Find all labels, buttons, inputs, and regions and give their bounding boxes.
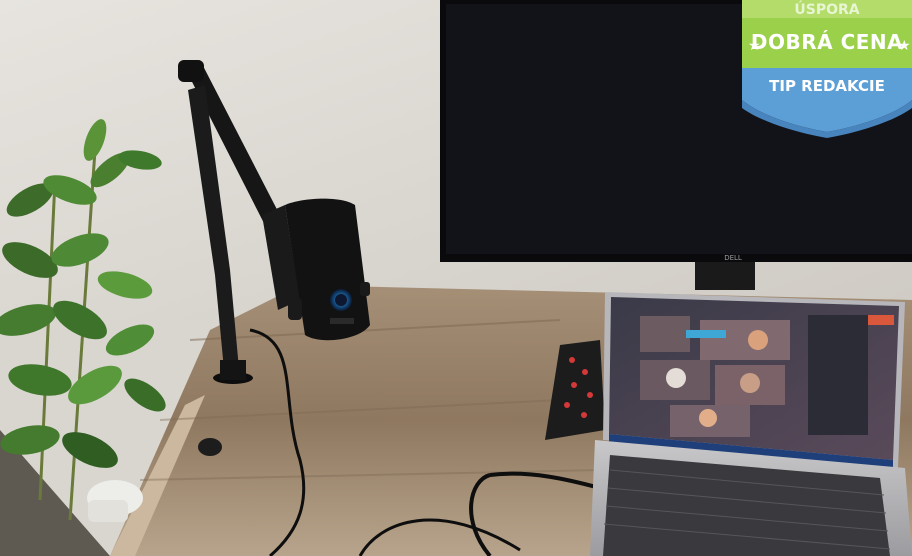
monitor-brand: DELL bbox=[724, 254, 742, 262]
badge-top-label: ÚSPORA bbox=[794, 0, 859, 18]
mic-cap bbox=[198, 438, 222, 456]
badge-sub-label: TIP REDAKCIE bbox=[769, 77, 885, 95]
laptop-video-call bbox=[590, 292, 912, 556]
award-badge: ÚSPORA ★ ★ bbox=[742, 0, 912, 138]
badge-main-label: DOBRÁ CENA bbox=[750, 30, 904, 54]
